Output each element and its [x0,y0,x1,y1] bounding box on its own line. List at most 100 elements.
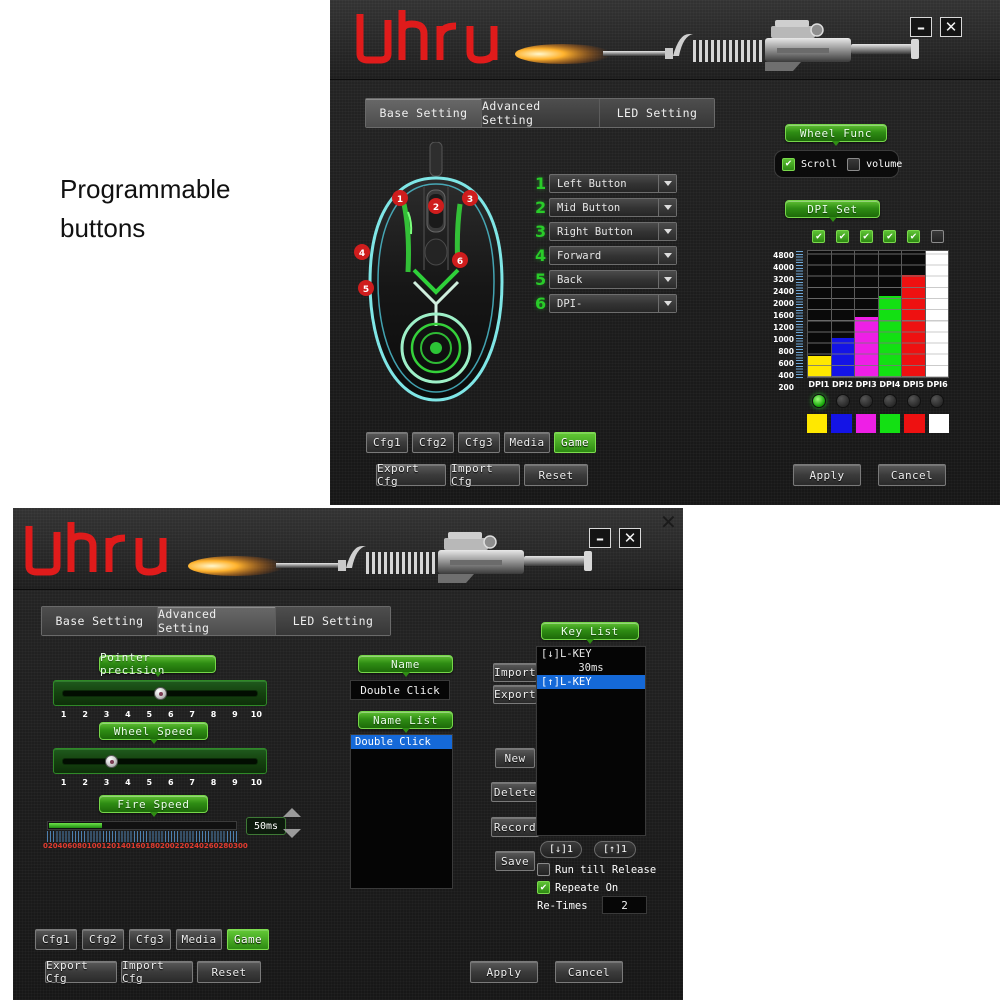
dpi-column-1[interactable] [808,251,832,377]
tab-advanced-setting[interactable]: Advanced Setting [158,607,276,635]
chevron-down-icon[interactable] [658,223,676,240]
repeate-on-checkbox[interactable] [537,881,550,894]
chevron-down-icon[interactable] [658,175,676,192]
button-assign-dropdown-4[interactable]: Forward [549,246,677,265]
dpi-color-swatch-row [807,414,949,433]
dpi5-enable-checkbox[interactable] [907,230,921,243]
cancel-button[interactable]: Cancel [555,961,623,983]
tick: 2 [82,778,88,787]
list-item[interactable]: 30ms [537,661,645,675]
apply-button[interactable]: Apply [470,961,538,983]
run-till-release-checkbox[interactable] [537,863,550,876]
delete-button[interactable]: Delete [491,782,539,802]
tab-base-setting[interactable]: Base Setting [366,99,482,127]
button-assign-dropdown-5[interactable]: Back [549,270,677,289]
button-assign-dropdown-1[interactable]: Left Button [549,174,677,193]
button-assign-dropdown-2[interactable]: Mid Button [549,198,677,217]
fire-speed-value[interactable]: 50ms [246,817,286,835]
button-assign-dropdown-6[interactable]: DPI- [549,294,677,313]
dpi1-color-swatch[interactable] [807,414,828,433]
cfg1-button[interactable]: Cfg1 [35,929,77,950]
cfg1-button[interactable]: Cfg1 [366,432,408,453]
new-button[interactable]: New [495,748,535,768]
cancel-button[interactable]: Cancel [878,464,946,486]
volume-checkbox[interactable] [847,157,861,171]
reset-button[interactable]: Reset [197,961,261,983]
dpi1-radio[interactable] [811,394,826,408]
scroll-checkbox[interactable] [782,157,795,171]
tab-advanced-setting[interactable]: Advanced Setting [482,99,600,127]
dpi4-radio[interactable] [882,394,897,408]
fire-speed-bar[interactable] [47,821,237,830]
import-cfg-button[interactable]: Import Cfg [450,462,520,488]
stepper-up-icon[interactable] [283,808,301,817]
button-assign-dropdown-3[interactable]: Right Button [549,222,677,241]
dpi-column-4[interactable] [878,251,902,377]
cfg3-button[interactable]: Cfg3 [458,432,500,453]
outer-close-icon[interactable]: ✕ [660,510,677,534]
stepper-down-icon[interactable] [283,829,301,838]
chevron-down-icon[interactable] [658,295,676,312]
dpi-xaxis: DPI1 DPI2 DPI3 DPI4 DPI5 DPI6 [807,380,949,389]
key-down-button[interactable]: [↓]1 [540,841,582,858]
import-cfg-button[interactable]: Import Cfg [121,959,193,985]
list-item[interactable]: Double Click [351,735,452,749]
tick: 1 [60,710,67,719]
close-button[interactable]: ✕ [940,17,962,37]
close-button[interactable]: ✕ [619,528,641,548]
dpi1-enable-checkbox[interactable] [812,230,826,243]
cfg2-button[interactable]: Cfg2 [412,432,454,453]
reset-button[interactable]: Reset [524,464,588,486]
minimize-button[interactable]: – [589,528,611,548]
dpi5-radio[interactable] [906,394,921,408]
dpi4-enable-checkbox[interactable] [883,230,897,243]
chevron-down-icon[interactable] [658,271,676,288]
dpi5-color-swatch[interactable] [904,414,925,433]
fire-speed-stepper[interactable] [281,808,303,838]
name-input[interactable]: Double Click [350,680,450,700]
dpi3-color-swatch[interactable] [855,414,876,433]
tab-base-setting[interactable]: Base Setting [42,607,158,635]
dpi-column-2[interactable] [831,251,855,377]
dpi3-radio[interactable] [859,394,874,408]
wheel-speed-knob[interactable] [105,755,119,768]
game-button[interactable]: Game [227,929,269,950]
cfg2-button[interactable]: Cfg2 [82,929,124,950]
dpi2-color-swatch[interactable] [831,414,852,433]
key-list-box[interactable]: [↓]L-KEY 30ms [↑]L-KEY [536,646,646,836]
dpi-column-3[interactable] [855,251,879,377]
dpi6-enable-checkbox[interactable] [930,230,944,243]
export-cfg-button[interactable]: Export Cfg [45,959,117,985]
dpi6-radio[interactable] [930,394,945,408]
record-button[interactable]: Record [491,817,539,837]
dpi2-enable-checkbox[interactable] [836,230,849,243]
dpi3-enable-checkbox[interactable] [859,230,873,243]
dpi4-color-swatch[interactable] [879,414,901,433]
dpi2-radio[interactable] [835,394,850,408]
minimize-button[interactable]: – [910,17,932,37]
wheel-speed-slider[interactable] [53,748,267,774]
tab-led-setting[interactable]: LED Setting [276,607,390,635]
re-times-input[interactable]: 2 [602,896,647,914]
import-macro-button[interactable]: Import [493,663,537,682]
save-button[interactable]: Save [495,851,535,871]
export-macro-button[interactable]: Export [493,685,537,704]
list-item[interactable]: [↓]L-KEY [537,647,645,661]
dpi-column-5[interactable] [902,251,926,377]
apply-button[interactable]: Apply [793,464,861,486]
list-item[interactable]: [↑]L-KEY [537,675,645,689]
dpi6-color-swatch[interactable] [928,414,949,433]
media-button[interactable]: Media [176,929,222,950]
dpi-column-6[interactable] [925,251,948,377]
name-list-box[interactable]: Double Click [350,734,453,889]
game-button[interactable]: Game [554,432,596,453]
pointer-precision-slider[interactable] [53,680,267,706]
pointer-precision-knob[interactable] [154,687,167,700]
key-up-button[interactable]: [↑]1 [594,841,636,858]
chevron-down-icon[interactable] [658,247,676,264]
cfg3-button[interactable]: Cfg3 [129,929,171,950]
export-cfg-button[interactable]: Export Cfg [376,462,446,488]
media-button[interactable]: Media [504,432,550,453]
tab-led-setting[interactable]: LED Setting [600,99,714,127]
chevron-down-icon[interactable] [658,199,676,216]
